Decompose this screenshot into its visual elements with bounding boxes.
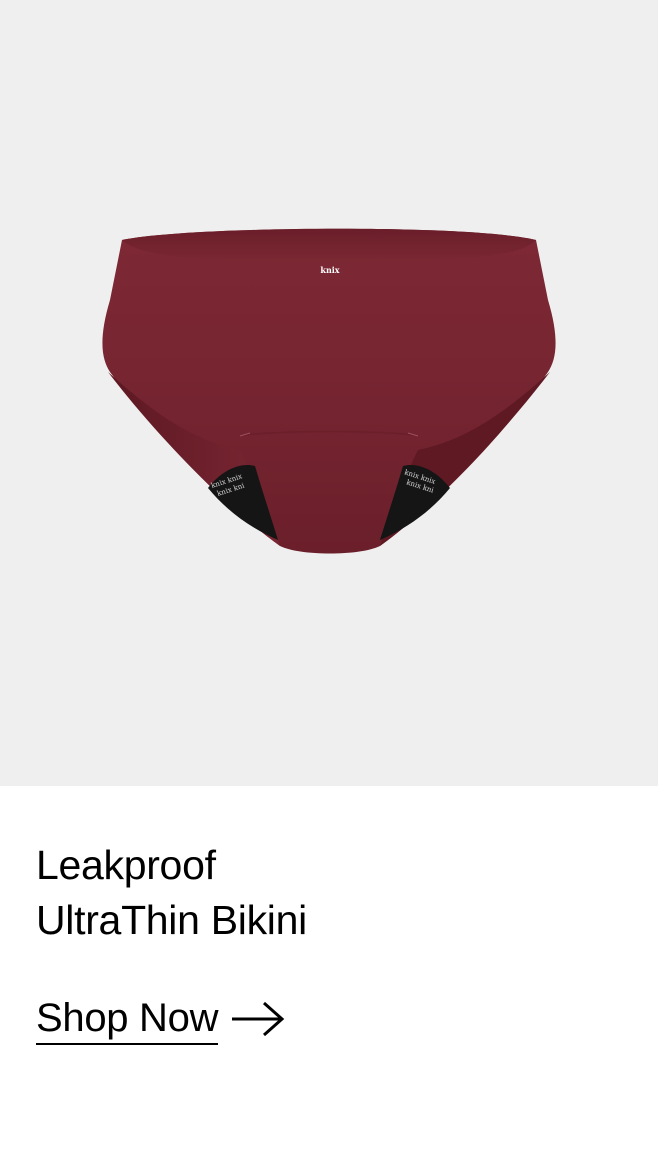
product-title[interactable]: Leakproof UltraThin Bikini	[36, 838, 596, 948]
bikini-illustration: knix knix knix kni knix knix knix kni kn…	[102, 228, 556, 554]
brand-mark: knix	[320, 265, 339, 275]
product-title-line1: Leakproof	[36, 842, 216, 888]
product-card[interactable]: knix knix knix kni knix knix knix kni kn…	[0, 0, 668, 1162]
shop-now-label: Shop Now	[36, 993, 218, 1045]
waistband	[122, 228, 536, 262]
bikini-body	[102, 228, 556, 554]
shop-now-link[interactable]: Shop Now	[36, 993, 286, 1045]
product-title-line2: UltraThin Bikini	[36, 897, 307, 943]
product-image[interactable]: knix knix knix kni knix knix knix kni kn…	[0, 0, 658, 786]
arrow-right-icon	[232, 1001, 285, 1037]
